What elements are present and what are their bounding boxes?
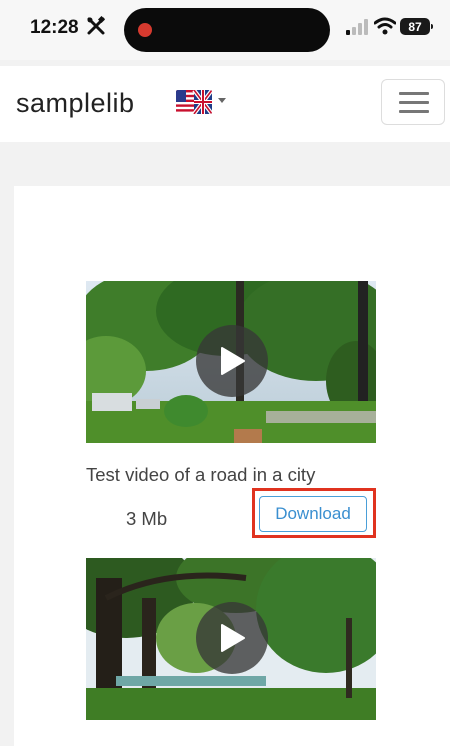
brand-logo[interactable]: samplelib [16,88,135,119]
video-thumbnail[interactable] [86,558,376,720]
status-time: 12:28 [30,17,79,38]
play-icon [221,624,245,652]
hamburger-icon [399,92,429,95]
hamburger-icon [399,110,429,113]
chevron-down-icon [218,98,226,103]
menu-toggle-button[interactable] [381,79,445,125]
play-icon [221,347,245,375]
navbar: samplelib [0,66,450,142]
download-button[interactable]: Download [259,496,367,532]
video-thumbnail[interactable] [86,281,376,443]
video-size: 3 Mb [126,508,168,529]
play-button[interactable] [196,325,268,397]
dynamic-island [124,8,330,52]
hamburger-icon [399,101,429,104]
status-bar: 12:28 87 [0,0,450,60]
video-list-card: Test video of a road in a city 3 Mb Down… [14,186,450,746]
battery-icon: 87 [400,18,433,35]
us-uk-flag-icon [176,90,212,114]
record-dot-icon [138,23,152,37]
wifi-icon [374,17,396,35]
play-button[interactable] [196,602,268,674]
tools-icon [87,16,106,35]
signal-icon [346,19,368,35]
language-selector[interactable] [176,90,228,114]
video-title: Test video of a road in a city [86,464,316,485]
